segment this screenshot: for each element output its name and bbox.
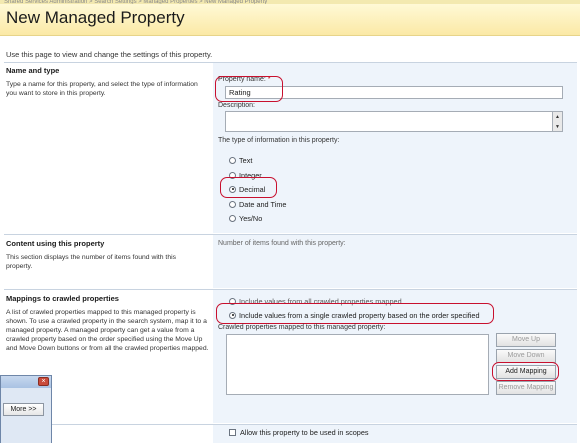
- name-type-description: Type a name for this property, and selec…: [6, 81, 198, 97]
- obscured-text-fragment: [60, 436, 180, 443]
- highlight-ring-decimal: [220, 177, 277, 198]
- name-type-heading: Name and type: [6, 66, 60, 75]
- scopes-checkbox-row[interactable]: Allow this property to be used in scopes: [229, 427, 369, 438]
- type-option-yes-no[interactable]: Yes/No: [229, 213, 262, 224]
- scroll-up-icon[interactable]: ▲: [552, 112, 562, 122]
- move-up-button[interactable]: Move Up: [496, 333, 556, 347]
- overlay-dialog: × More >>: [0, 375, 52, 443]
- radio-icon[interactable]: [229, 156, 236, 164]
- content-heading: Content using this property: [6, 239, 105, 248]
- close-icon[interactable]: ×: [38, 377, 49, 386]
- highlight-ring-property-name: [215, 76, 283, 102]
- type-label: The type of information in this property…: [218, 137, 340, 144]
- more-button[interactable]: More >>: [3, 403, 44, 416]
- description-label: Description:: [218, 102, 255, 109]
- move-down-button[interactable]: Move Down: [496, 349, 556, 363]
- checkbox-icon[interactable]: [229, 428, 236, 436]
- items-count-label: Number of items found with this property…: [218, 240, 346, 247]
- content-description: This section displays the number of item…: [6, 254, 177, 270]
- remove-mapping-button[interactable]: Remove Mapping: [496, 381, 556, 395]
- mapped-list-label: Crawled properties mapped to this manage…: [218, 324, 386, 331]
- radio-icon[interactable]: [229, 214, 236, 222]
- mappings-description: A list of crawled properties mapped to t…: [6, 309, 209, 352]
- type-option-text[interactable]: Text: [229, 155, 252, 166]
- highlight-ring-add-mapping: [492, 362, 559, 381]
- page-title: New Managed Property: [6, 8, 185, 27]
- radio-icon[interactable]: [229, 200, 236, 208]
- type-option-date-time[interactable]: Date and Time: [229, 199, 286, 210]
- mappings-heading: Mappings to crawled properties: [6, 294, 119, 303]
- scroll-down-icon[interactable]: ▼: [552, 122, 562, 131]
- highlight-ring-single-option: [216, 303, 494, 324]
- description-textarea[interactable]: ▲ ▼: [225, 111, 563, 132]
- mapped-properties-list[interactable]: [226, 334, 489, 395]
- page-intro: Use this page to view and change the set…: [6, 50, 213, 59]
